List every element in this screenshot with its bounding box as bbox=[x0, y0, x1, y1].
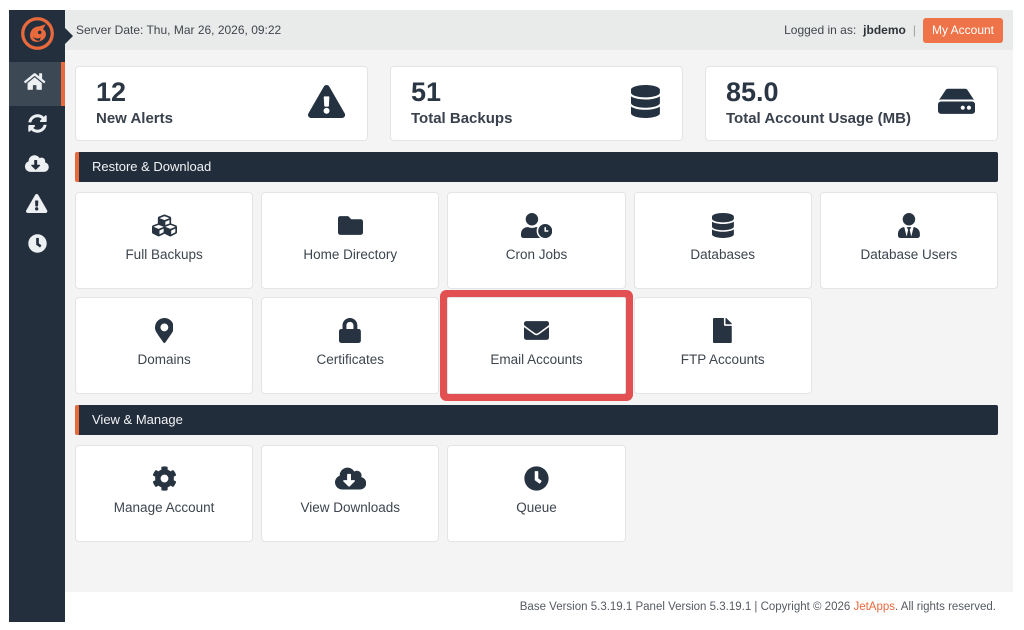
my-account-button[interactable]: My Account bbox=[923, 18, 1003, 43]
tile-databases[interactable]: Databases bbox=[634, 192, 812, 289]
tile-label: Certificates bbox=[317, 352, 385, 367]
tile-label: Full Backups bbox=[125, 247, 202, 262]
tile-label: Email Accounts bbox=[490, 352, 582, 367]
app-window: Server Date: Thu, Mar 26, 2026, 09:22 Lo… bbox=[9, 10, 1013, 622]
sidebar-item-queue[interactable] bbox=[9, 226, 65, 266]
stat-label: Total Backups bbox=[411, 110, 662, 127]
footer-rights-text: . All rights reserved. bbox=[895, 601, 996, 613]
tile-label: Manage Account bbox=[114, 500, 215, 515]
sidebar-item-downloads[interactable] bbox=[9, 146, 65, 186]
user-clock-icon bbox=[521, 212, 552, 239]
clock-icon bbox=[524, 465, 549, 492]
footer-version-text: Base Version 5.3.19.1 Panel Version 5.3.… bbox=[520, 601, 854, 613]
logged-in-label: Logged in as: bbox=[784, 23, 856, 37]
sidebar-item-home[interactable] bbox=[9, 62, 65, 106]
jetapps-link[interactable]: JetApps bbox=[853, 601, 895, 613]
tile-label: View Downloads bbox=[301, 500, 401, 515]
database-icon bbox=[712, 212, 734, 239]
warning-icon bbox=[26, 194, 47, 218]
hdd-icon bbox=[938, 85, 975, 123]
tile-label: Home Directory bbox=[303, 247, 397, 262]
cubes-icon bbox=[152, 212, 177, 239]
section-header-view-manage: View & Manage bbox=[75, 405, 998, 435]
logo-block[interactable] bbox=[9, 10, 65, 62]
tile-home-directory[interactable]: Home Directory bbox=[261, 192, 439, 289]
tile-ftp-accounts[interactable]: FTP Accounts bbox=[634, 297, 812, 394]
logo-pointer-arrow bbox=[65, 28, 73, 44]
footer: Base Version 5.3.19.1 Panel Version 5.3.… bbox=[65, 592, 1013, 622]
tile-view-downloads[interactable]: View Downloads bbox=[261, 445, 439, 542]
home-icon bbox=[24, 72, 45, 96]
tile-full-backups[interactable]: Full Backups bbox=[75, 192, 253, 289]
tile-database-users[interactable]: Database Users bbox=[820, 192, 998, 289]
topbar-separator: | bbox=[913, 23, 916, 37]
tile-label: Cron Jobs bbox=[506, 247, 568, 262]
stat-card-total-backups: 51 Total Backups bbox=[390, 66, 683, 141]
sections-container: Restore & Download Full Backups Home Direc… bbox=[75, 152, 998, 542]
cloud-download-icon bbox=[335, 465, 366, 492]
sidebar-nav bbox=[9, 62, 65, 266]
main-column: Server Date: Thu, Mar 26, 2026, 09:22 Lo… bbox=[65, 10, 1013, 622]
cog-icon bbox=[152, 465, 177, 492]
sidebar-item-alerts[interactable] bbox=[9, 186, 65, 226]
sidebar-item-sync[interactable] bbox=[9, 106, 65, 146]
cloud-download-icon bbox=[25, 154, 49, 178]
section-header-restore-download: Restore & Download bbox=[75, 152, 998, 182]
dashboard-content: 12New Alerts 51 Total Backups 85.0Total Acc… bbox=[65, 50, 1013, 592]
username: jbdemo bbox=[863, 23, 906, 37]
tile-cron-jobs[interactable]: Cron Jobs bbox=[447, 192, 625, 289]
server-date: Server Date: Thu, Mar 26, 2026, 09:22 bbox=[76, 23, 281, 37]
tiles-grid-view-manage: Manage Account View Downloads Queue bbox=[75, 445, 998, 542]
stat-value: 51 bbox=[411, 77, 662, 107]
tile-label: Queue bbox=[516, 500, 557, 515]
jetbackup-logo-icon bbox=[20, 16, 55, 56]
folder-icon bbox=[338, 212, 363, 239]
map-marker-icon bbox=[155, 317, 174, 344]
stat-card-total-account-usage-mb: 85.0Total Account Usage (MB) bbox=[705, 66, 998, 141]
lock-icon bbox=[339, 317, 361, 344]
tile-label: Database Users bbox=[860, 247, 957, 262]
sidebar bbox=[9, 10, 65, 622]
tile-label: FTP Accounts bbox=[681, 352, 765, 367]
tile-certificates[interactable]: Certificates bbox=[261, 297, 439, 394]
clock-icon bbox=[28, 234, 47, 258]
tile-label: Domains bbox=[137, 352, 190, 367]
file-icon bbox=[713, 317, 732, 344]
tile-email-accounts[interactable]: Email Accounts bbox=[447, 297, 625, 394]
warning-icon bbox=[308, 85, 345, 123]
database-icon bbox=[631, 85, 660, 123]
tile-manage-account[interactable]: Manage Account bbox=[75, 445, 253, 542]
user-tie-icon bbox=[898, 212, 920, 239]
stat-card-new-alerts: 12New Alerts bbox=[75, 66, 368, 141]
tile-domains[interactable]: Domains bbox=[75, 297, 253, 394]
tile-label: Databases bbox=[690, 247, 755, 262]
envelope-icon bbox=[524, 317, 549, 344]
sync-icon bbox=[28, 114, 47, 138]
topbar-right: Logged in as: jbdemo | My Account bbox=[784, 18, 1003, 43]
tiles-grid-restore-download: Full Backups Home Directory Cron Jobs Datab… bbox=[75, 192, 998, 394]
topbar: Server Date: Thu, Mar 26, 2026, 09:22 Lo… bbox=[65, 10, 1013, 50]
stats-row: 12New Alerts 51 Total Backups 85.0Total Acc… bbox=[75, 66, 998, 141]
tile-queue[interactable]: Queue bbox=[447, 445, 625, 542]
